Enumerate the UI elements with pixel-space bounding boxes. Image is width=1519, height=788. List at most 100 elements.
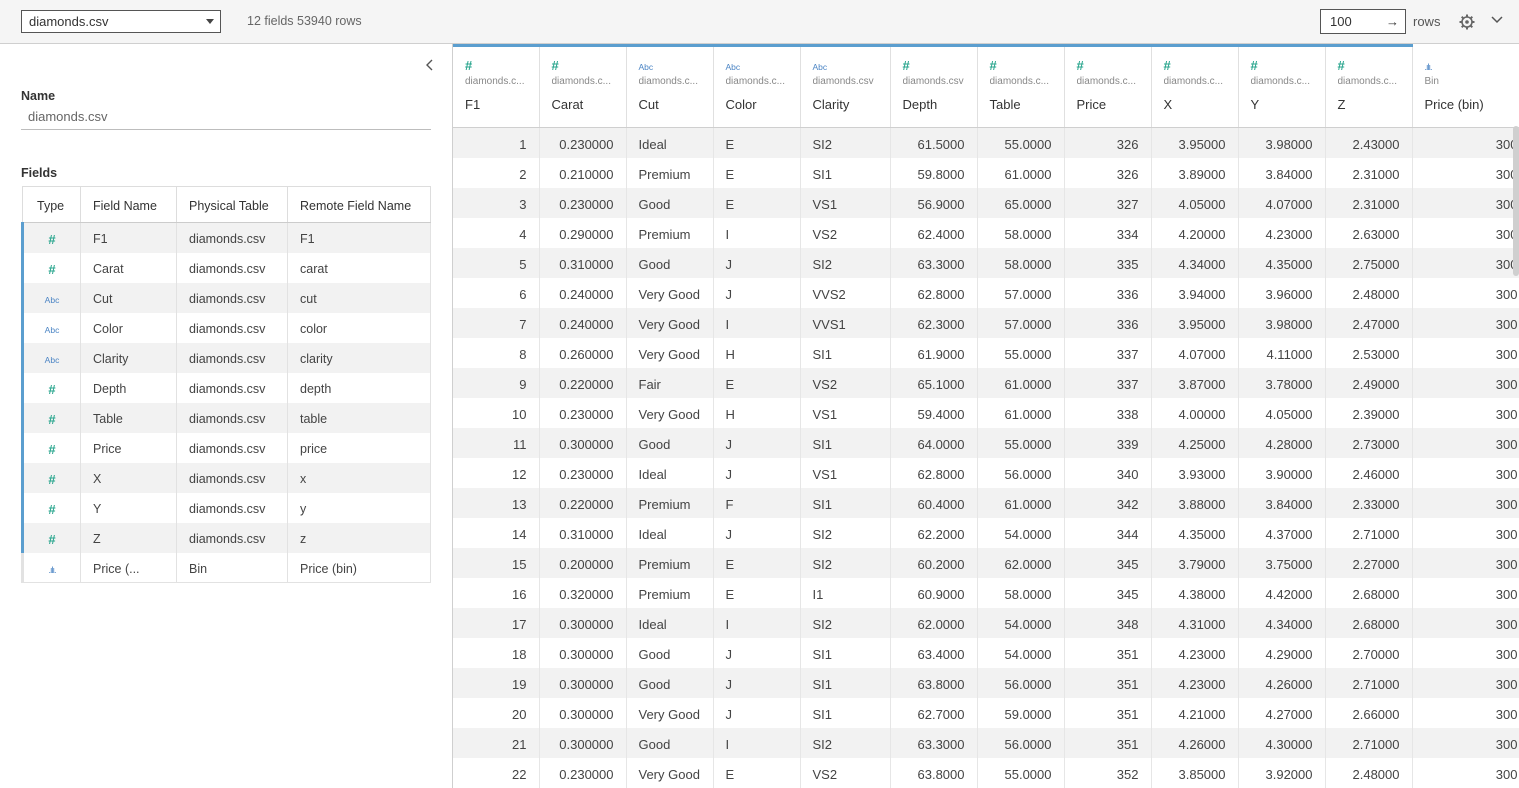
- table-cell: SI2: [800, 247, 891, 278]
- column-name-label[interactable]: X: [1164, 97, 1238, 112]
- table-cell: 8: [453, 337, 540, 368]
- column-name-label[interactable]: Y: [1251, 97, 1325, 112]
- column-name-label[interactable]: Color: [726, 97, 800, 112]
- column-header-x[interactable]: # diamonds.c... X: [1151, 44, 1239, 128]
- field-row[interactable]: # Carat diamonds.csv carat: [21, 252, 431, 283]
- field-type-cell[interactable]: Abc: [21, 342, 81, 373]
- column-name-label[interactable]: F1: [465, 97, 539, 112]
- chevron-down-icon[interactable]: [1490, 13, 1504, 27]
- field-type-cell[interactable]: .ılı.: [21, 552, 81, 583]
- table-cell: VS2: [800, 757, 891, 788]
- table-cell: 327: [1064, 187, 1152, 218]
- column-name-label[interactable]: Price (bin): [1425, 97, 1519, 112]
- field-type-cell[interactable]: Abc: [21, 282, 81, 313]
- column-header-cut[interactable]: Abc diamonds.c... Cut: [626, 44, 714, 128]
- field-row[interactable]: Abc Clarity diamonds.csv clarity: [21, 342, 431, 373]
- col-header-type[interactable]: Type: [22, 186, 81, 223]
- field-name-cell[interactable]: Clarity: [80, 342, 177, 373]
- table-cell: 17: [453, 607, 540, 638]
- table-cell: 4.07000: [1151, 337, 1239, 368]
- table-cell: 4.35000: [1151, 517, 1239, 548]
- name-field[interactable]: diamonds.csv: [21, 109, 431, 130]
- field-row[interactable]: # Ydiamonds.csv y: [21, 492, 431, 523]
- field-row[interactable]: Abc Cut diamonds.csv cut: [21, 282, 431, 313]
- apply-arrow-icon[interactable]: →: [1386, 14, 1399, 29]
- field-row[interactable]: # Depth diamonds.csv depth: [21, 372, 431, 403]
- table-row: 19 0.300000 Good J SI1 63.8000 56.0000 351 4.230…: [453, 667, 1519, 698]
- column-header-depth[interactable]: # diamonds.csv Depth: [890, 44, 978, 128]
- table-cell: 3.98000: [1238, 127, 1326, 158]
- bin-type-icon: .ılı.: [48, 564, 56, 575]
- field-name-cell[interactable]: Depth: [80, 372, 177, 403]
- collapse-panel-icon[interactable]: [424, 58, 436, 72]
- field-type-cell[interactable]: #: [21, 432, 81, 463]
- column-header-carat[interactable]: # diamonds.c... Carat: [539, 44, 627, 128]
- col-header-field-name[interactable]: Field Name: [80, 186, 177, 223]
- field-name-cell[interactable]: Cut: [80, 282, 177, 313]
- field-name-cell[interactable]: Price (...: [80, 552, 177, 583]
- table-cell: 60.9000: [890, 577, 978, 608]
- field-name-cell[interactable]: Color: [80, 312, 177, 343]
- field-type-cell[interactable]: #: [21, 372, 81, 403]
- field-type-cell[interactable]: #: [21, 402, 81, 433]
- field-type-cell[interactable]: #: [21, 222, 81, 253]
- field-row[interactable]: # Price diamonds.csv price: [21, 432, 431, 463]
- field-name-cell[interactable]: Price: [80, 432, 177, 463]
- column-header-color[interactable]: Abc diamonds.c... Color: [713, 44, 801, 128]
- table-cell: 62.8000: [890, 277, 978, 308]
- gear-icon[interactable]: [1458, 13, 1476, 31]
- table-cell: 15: [453, 547, 540, 578]
- table-cell: J: [713, 667, 801, 698]
- column-header-z[interactable]: # diamonds.c... Z: [1325, 44, 1413, 128]
- field-type-cell[interactable]: #: [21, 462, 81, 493]
- table-cell: 0.230000: [539, 757, 627, 788]
- col-header-physical-table[interactable]: Physical Table: [176, 186, 288, 223]
- table-cell: 4.37000: [1238, 517, 1326, 548]
- field-row[interactable]: .ılı. Price (... Bin Price (bin): [21, 552, 431, 583]
- field-type-cell[interactable]: #: [21, 492, 81, 523]
- column-header-clarity[interactable]: Abc diamonds.csv Clarity: [800, 44, 891, 128]
- column-name-label[interactable]: Clarity: [813, 97, 890, 112]
- table-cell: 56.0000: [977, 667, 1065, 698]
- number-type-icon: #: [48, 261, 56, 277]
- column-header-price[interactable]: # diamonds.c... Price: [1064, 44, 1152, 128]
- field-name-cell[interactable]: Y: [80, 492, 177, 523]
- field-row[interactable]: # Zdiamonds.csv z: [21, 522, 431, 553]
- number-type-icon: #: [48, 411, 56, 427]
- field-name-cell[interactable]: F1: [80, 222, 177, 253]
- field-type-cell[interactable]: #: [21, 252, 81, 283]
- column-name-label[interactable]: Table: [990, 97, 1064, 112]
- table-cell: 0.230000: [539, 397, 627, 428]
- column-header-table[interactable]: # diamonds.c... Table: [977, 44, 1065, 128]
- field-name-cell[interactable]: Table: [80, 402, 177, 433]
- column-header-price-bin[interactable]: .ılı. Bin Price (bin): [1412, 44, 1519, 128]
- table-cell: 62.8000: [890, 457, 978, 488]
- field-row[interactable]: # Table diamonds.csv table: [21, 402, 431, 433]
- remote-field-name-cell: color: [287, 312, 431, 343]
- field-name-cell[interactable]: Z: [80, 522, 177, 553]
- vertical-scrollbar[interactable]: [1513, 126, 1519, 276]
- field-type-cell[interactable]: #: [21, 522, 81, 553]
- field-name-cell[interactable]: X: [80, 462, 177, 493]
- field-row[interactable]: Abc Color diamonds.csv color: [21, 312, 431, 343]
- field-type-cell[interactable]: Abc: [21, 312, 81, 343]
- table-cell: 3.98000: [1238, 307, 1326, 338]
- column-header-y[interactable]: # diamonds.c... Y: [1238, 44, 1326, 128]
- field-name-cell[interactable]: Carat: [80, 252, 177, 283]
- column-name-label[interactable]: Cut: [639, 97, 713, 112]
- field-row[interactable]: # Xdiamonds.csv x: [21, 462, 431, 493]
- table-cell: 3.94000: [1151, 277, 1239, 308]
- field-row[interactable]: # F1 diamonds.csv F1: [21, 222, 431, 253]
- column-name-label[interactable]: Carat: [552, 97, 626, 112]
- column-header-f1[interactable]: # diamonds.c... F1: [453, 44, 540, 128]
- data-table: # diamonds.c... F1 # diamonds.c... Carat Abc di…: [453, 44, 1519, 788]
- table-cell: 12: [453, 457, 540, 488]
- column-type-icon-wrap: #: [990, 59, 1064, 72]
- column-name-label[interactable]: Price: [1077, 97, 1151, 112]
- column-name-label[interactable]: Z: [1338, 97, 1412, 112]
- number-type-icon: #: [48, 441, 56, 457]
- col-header-remote-field-name[interactable]: Remote Field Name: [287, 186, 431, 223]
- row-count-input[interactable]: 100 →: [1320, 9, 1406, 34]
- datasource-select[interactable]: diamonds.csv: [21, 10, 221, 33]
- column-name-label[interactable]: Depth: [903, 97, 977, 112]
